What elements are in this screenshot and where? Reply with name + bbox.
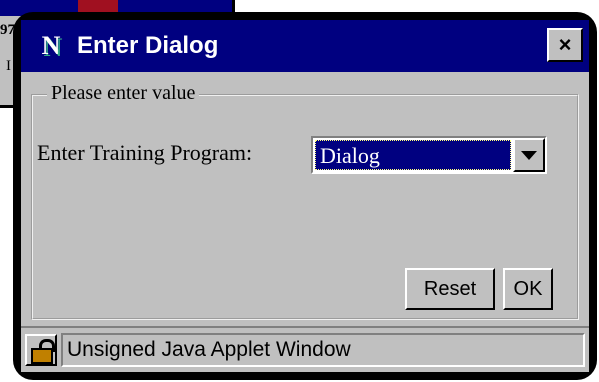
dropdown-arrow-button[interactable] (513, 138, 545, 172)
background-text-fragment: I (6, 58, 11, 74)
ok-button[interactable]: OK (503, 268, 553, 310)
unlocked-lock-icon[interactable] (25, 334, 57, 366)
close-icon: × (558, 32, 572, 57)
dialog-content: Please enter value Enter Training Progra… (21, 72, 589, 326)
dialog-title: Enter Dialog (77, 32, 219, 59)
status-bar: Unsigned Java Applet Window (21, 326, 589, 372)
value-groupbox: Please enter value Enter Training Progra… (31, 82, 579, 320)
reset-button[interactable]: Reset (405, 268, 495, 310)
netscape-n-icon: N (41, 31, 61, 60)
training-program-label: Enter Training Program: (37, 140, 253, 165)
groupbox-legend: Please enter value (47, 82, 200, 105)
dialog-body: N Enter Dialog × Please enter value Ente… (21, 20, 589, 372)
training-program-select[interactable]: Dialog (311, 136, 547, 174)
chevron-down-icon (521, 150, 537, 160)
close-button[interactable]: × (547, 28, 583, 62)
select-selected-value[interactable]: Dialog (315, 140, 511, 170)
applet-warning-text: Unsigned Java Applet Window (61, 333, 585, 367)
enter-dialog-window: N Enter Dialog × Please enter value Ente… (13, 12, 597, 380)
title-bar[interactable]: N Enter Dialog × (21, 20, 589, 72)
